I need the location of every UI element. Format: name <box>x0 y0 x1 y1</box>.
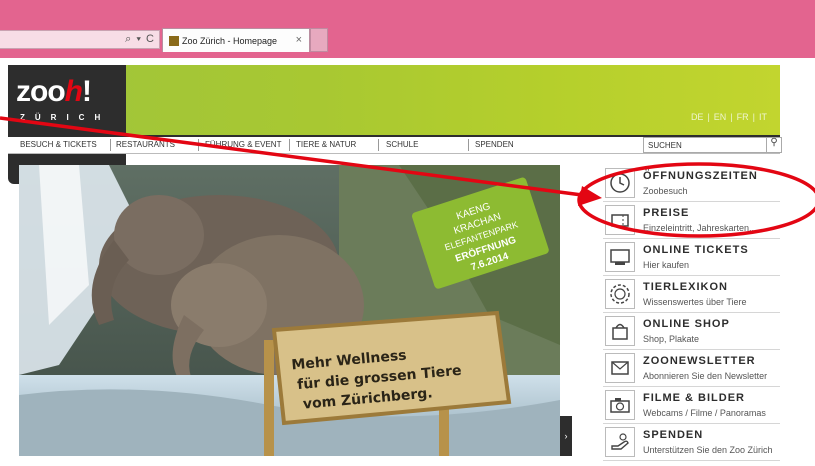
bag-icon <box>605 316 635 346</box>
quicklink-title: TIERLEXIKON <box>643 281 728 293</box>
quicklink-online-shop[interactable]: ONLINE SHOP Shop, Plakate <box>603 313 780 350</box>
quicklink-subtitle: Unterstützen Sie den Zoo Zürich <box>643 445 773 455</box>
tab-title: Zoo Zürich - Homepage <box>182 36 278 46</box>
quicklink-title: SPENDEN <box>643 429 704 441</box>
search-icon[interactable]: ⚲ <box>766 137 781 153</box>
quicklink-title: FILME & BILDER <box>643 392 745 404</box>
new-tab-button[interactable] <box>310 28 328 52</box>
nav-item-spenden[interactable]: SPENDEN <box>475 140 514 149</box>
quicklink-subtitle: Hier kaufen <box>643 260 690 270</box>
tab-close-button[interactable]: × <box>296 34 302 46</box>
annotation-arrowhead <box>578 186 602 206</box>
newsletter-icon <box>605 353 635 383</box>
lang-fr[interactable]: FR <box>737 112 749 122</box>
lang-divider: | <box>707 112 710 122</box>
browser-toolbar <box>0 0 815 58</box>
nav-item-besuch-tickets[interactable]: BESUCH & TICKETS <box>20 140 97 149</box>
quicklink-subtitle: Shop, Plakate <box>643 334 700 344</box>
nav-item-tiere-natur[interactable]: TIERE & NATUR <box>296 140 356 149</box>
hero-image: KAENG KRACHAN ELEFANTENPARK ERÖFFNUNG 7.… <box>19 165 560 456</box>
hero-next-button[interactable]: › <box>560 416 572 456</box>
quicklink-title: ONLINE TICKETS <box>643 244 749 256</box>
quicklink-spenden[interactable]: SPENDEN Unterstützen Sie den Zoo Zürich <box>603 424 780 461</box>
address-bar[interactable]: ⌕ ▾ C <box>0 30 160 49</box>
quicklink-subtitle: Wissenswertes über Tiere <box>643 297 747 307</box>
lang-it[interactable]: IT <box>759 112 767 122</box>
logo-text: zoo <box>16 75 66 108</box>
nav-item-fuehrung-event[interactable]: FÜHRUNG & EVENT <box>205 140 281 149</box>
favicon-icon <box>169 36 179 46</box>
search-input[interactable]: SUCHEN ⚲ <box>643 137 782 153</box>
ticket-icon <box>605 205 635 235</box>
lion-icon <box>605 279 635 309</box>
site-logo[interactable]: zooh! ZÜRICH <box>8 65 126 135</box>
quicklink-subtitle: Zoobesuch <box>643 186 688 196</box>
clock-icon <box>605 168 635 198</box>
nav-item-schule[interactable]: SCHULE <box>386 140 418 149</box>
quicklink-title: PREISE <box>643 207 690 219</box>
nav-divider <box>468 139 469 151</box>
quicklinks-sidebar: ÖFFNUNGSZEITEN Zoobesuch PREISE Einzelei… <box>603 165 780 461</box>
lang-en[interactable]: EN <box>714 112 727 122</box>
nav-item-restaurants[interactable]: RESTAURANTS <box>116 140 175 149</box>
quicklink-online-tickets[interactable]: ONLINE TICKETS Hier kaufen <box>603 239 780 276</box>
online-ticket-icon <box>605 242 635 272</box>
address-bar-controls[interactable]: ⌕ ▾ C <box>125 33 155 46</box>
quicklink-subtitle: Webcams / Filme / Panoramas <box>643 408 766 418</box>
quicklink-oeffnungszeiten[interactable]: ÖFFNUNGSZEITEN Zoobesuch <box>603 165 780 202</box>
logo-h: h <box>64 75 83 108</box>
search-label: SUCHEN <box>648 141 682 150</box>
hero-banner[interactable]: KAENG KRACHAN ELEFANTENPARK ERÖFFNUNG 7.… <box>19 165 560 456</box>
donate-hand-icon <box>605 427 635 457</box>
quicklink-title: ZOONEWSLETTER <box>643 355 756 367</box>
quicklink-title: ÖFFNUNGSZEITEN <box>643 170 758 182</box>
logo-wordmark: zooh! <box>16 75 92 109</box>
nav-divider <box>198 139 199 151</box>
lang-de[interactable]: DE <box>691 112 704 122</box>
logo-subtitle: ZÜRICH <box>20 113 111 122</box>
nav-divider <box>289 139 290 151</box>
nav-divider <box>378 139 379 151</box>
quicklink-title: ONLINE SHOP <box>643 318 730 330</box>
language-switcher: DE | EN | FR | IT <box>691 112 767 122</box>
logo-bang: ! <box>81 75 92 108</box>
lang-divider: | <box>730 112 733 122</box>
nav-divider <box>110 139 111 151</box>
quicklink-tierlexikon[interactable]: TIERLEXIKON Wissenswertes über Tiere <box>603 276 780 313</box>
quicklink-preise[interactable]: PREISE Einzeleintritt, Jahreskarten... <box>603 202 780 239</box>
browser-tab-active[interactable]: Zoo Zürich - Homepage × <box>162 28 310 52</box>
quicklink-zoonewsletter[interactable]: ZOONEWSLETTER Abonnieren Sie den Newslet… <box>603 350 780 387</box>
camera-icon <box>605 390 635 420</box>
quicklink-subtitle: Einzeleintritt, Jahreskarten... <box>643 223 757 233</box>
quicklink-subtitle: Abonnieren Sie den Newsletter <box>643 371 768 381</box>
quicklink-filme-bilder[interactable]: FILME & BILDER Webcams / Filme / Panoram… <box>603 387 780 424</box>
lang-divider: | <box>752 112 755 122</box>
